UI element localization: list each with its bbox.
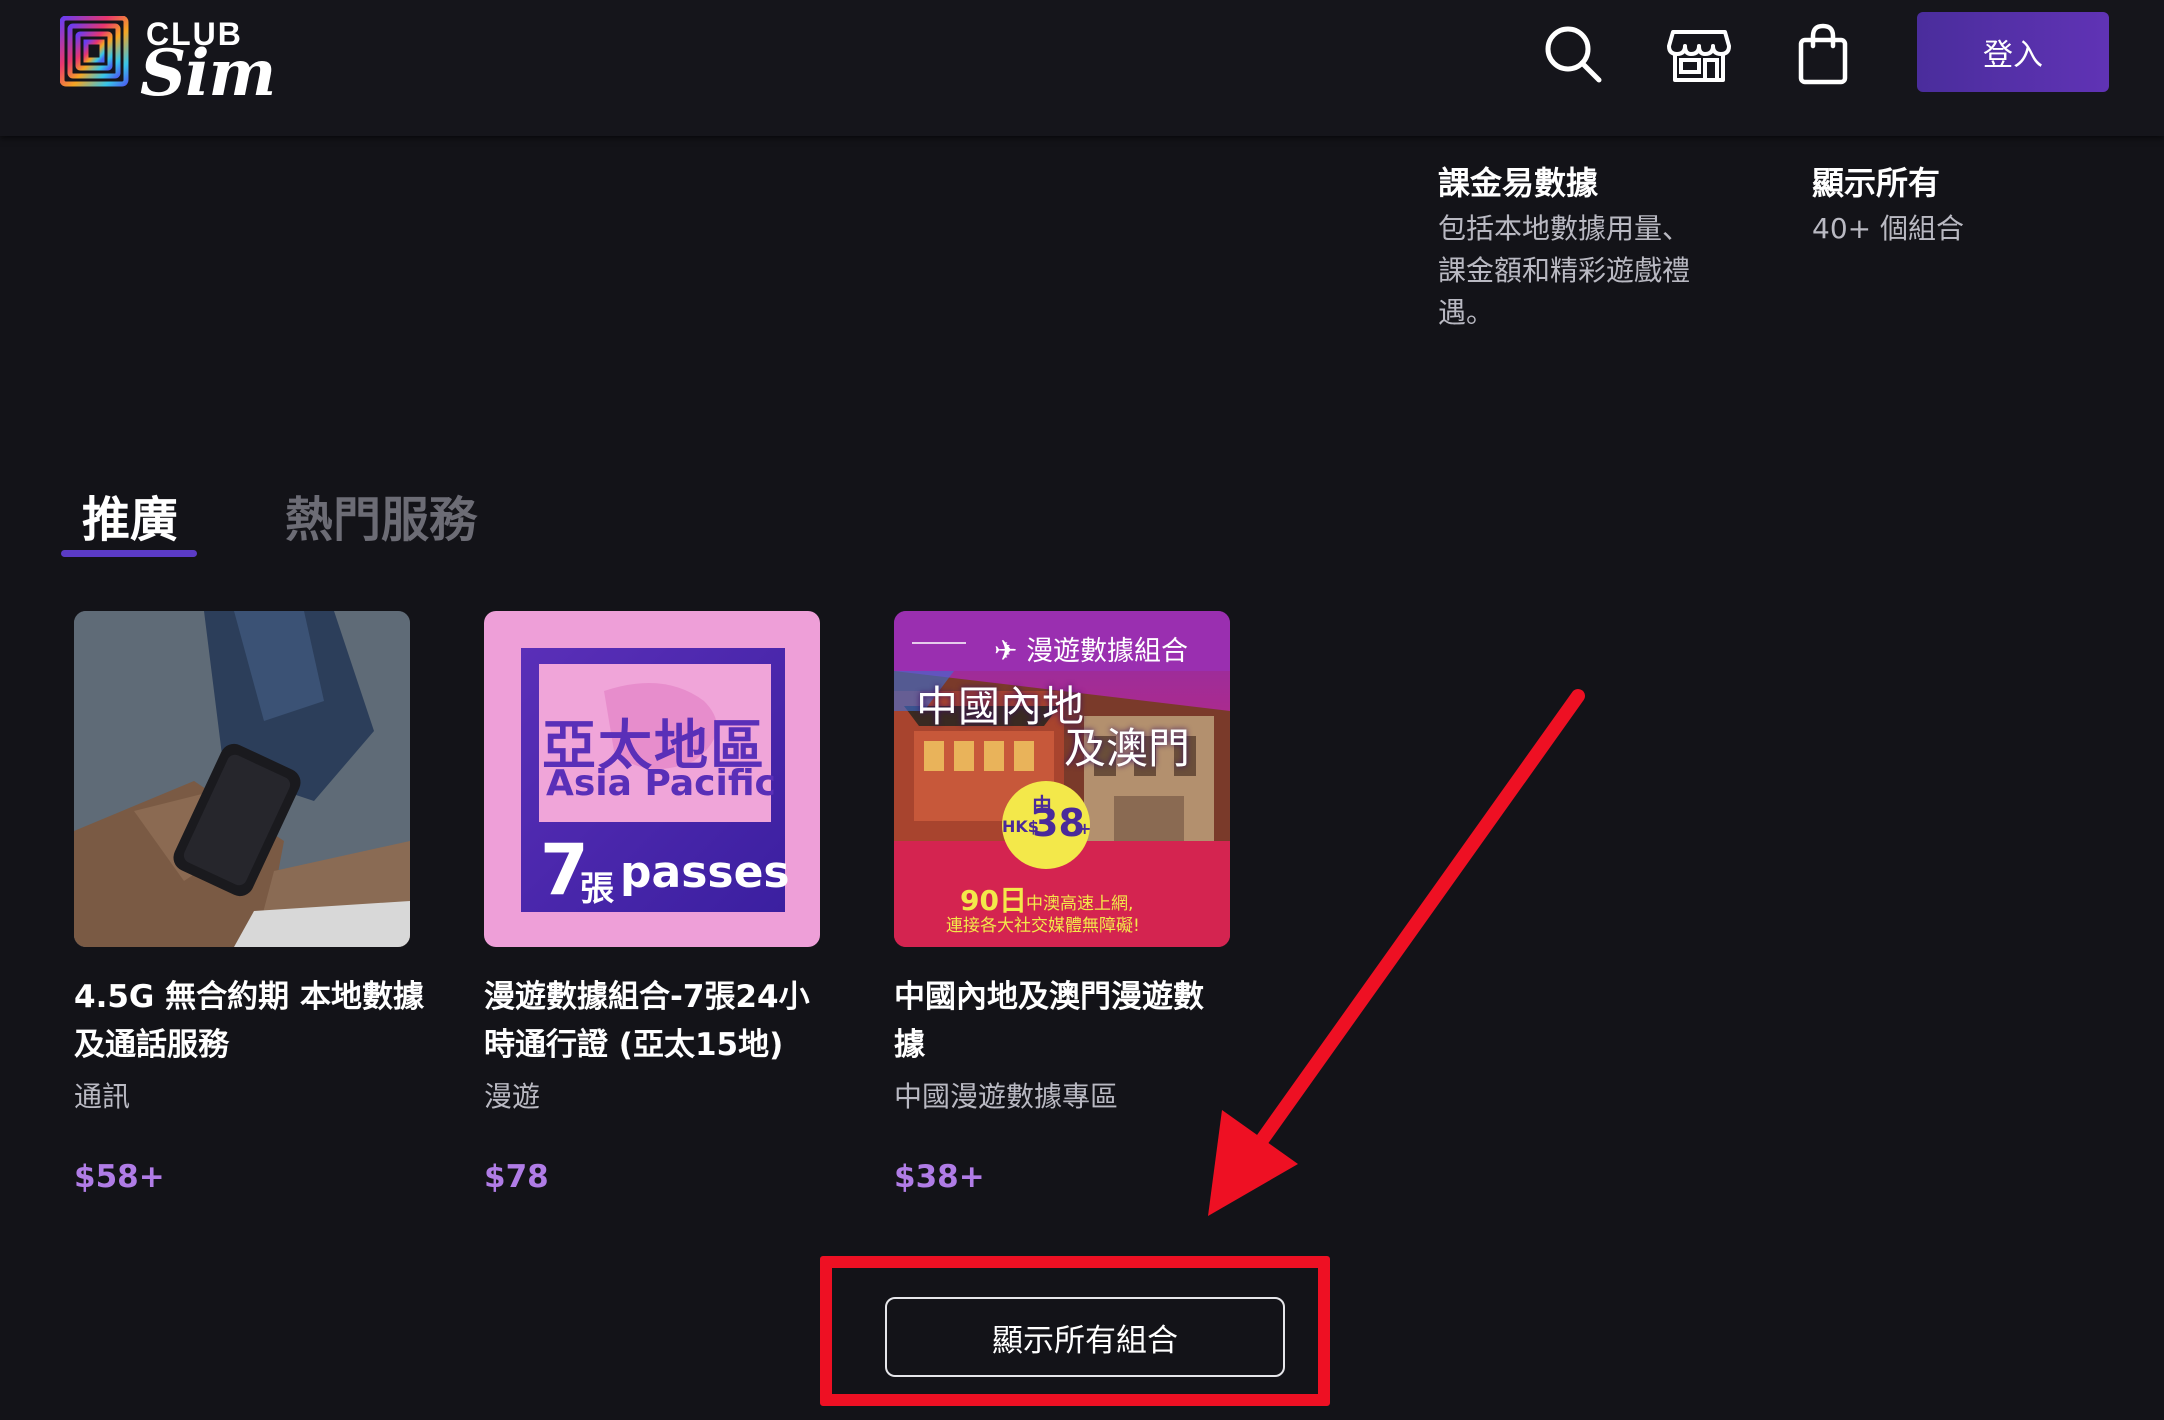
image-text-line1: 中國內地 [916, 682, 1085, 731]
image-text-passes: passes [620, 847, 790, 898]
product-price: $38+ [894, 1159, 985, 1195]
category-desc-game-data: 包括本地數據用量、 課金額和精彩遊戲禮 遇。 [1438, 208, 1690, 334]
club-sim-logo[interactable]: CLUB Sim [60, 14, 280, 111]
image-banner-text: 漫遊數據組合 [1026, 636, 1189, 667]
product-image-phone-user [74, 611, 410, 947]
category-title-game-data[interactable]: 課金易數據 [1438, 158, 1598, 204]
category-desc-line: 遇。 [1438, 296, 1495, 329]
product-category: 漫遊 [484, 1080, 541, 1113]
product-title-line: 據 [894, 1027, 925, 1063]
product-category: 通訊 [74, 1080, 131, 1113]
shopping-bag-icon[interactable] [1791, 22, 1855, 86]
logo-mark-icon [60, 16, 129, 87]
phone-user-illustration [74, 611, 410, 947]
product-title: 漫遊數據組合-7張24小 時通行證 (亞太15地) [484, 973, 844, 1069]
product-title-line: 漫遊數據組合-7張24小 [484, 979, 810, 1015]
active-tab-indicator [61, 550, 197, 557]
search-icon[interactable] [1541, 22, 1605, 86]
category-desc-line: 40+ 個組合 [1812, 212, 1964, 245]
category-desc-line: 包括本地數據用量、 [1438, 212, 1691, 245]
product-title-line: 4.5G 無合約期 本地數據 [74, 979, 424, 1015]
image-text-unit: 張 [580, 869, 614, 909]
product-title: 4.5G 無合約期 本地數據 及通話服務 [74, 973, 434, 1069]
annotation-highlight-box [820, 1256, 1330, 1406]
login-button[interactable]: 登入 [1917, 12, 2109, 92]
image-text-en: Asia Pacific [546, 763, 776, 804]
tab-promotions[interactable]: 推廣 [82, 480, 178, 550]
product-price: $78 [484, 1159, 549, 1195]
product-card-local-data[interactable]: 4.5G 無合約期 本地數據 及通話服務 通訊 $58+ [74, 611, 424, 1195]
image-text-line2: 及澳門 [1064, 724, 1191, 773]
product-image-china-macau: ✈ 漫遊數據組合 中國內地 及澳門 由 HK$ 38 + 90日 中澳高速上網,… [894, 611, 1230, 947]
product-title-line: 時通行證 (亞太15地) [484, 1027, 784, 1063]
product-image-asia-pacific: 亞太地區 Asia Pacific 7 張 passes [484, 611, 820, 947]
product-card-china-macau[interactable]: ✈ 漫遊數據組合 中國內地 及澳門 由 HK$ 38 + 90日 中澳高速上網,… [894, 611, 1230, 1195]
product-category: 中國漫遊數據專區 [894, 1080, 1119, 1113]
product-price: $58+ [74, 1159, 165, 1195]
store-icon[interactable] [1667, 22, 1731, 86]
category-title-show-all[interactable]: 顯示所有 [1812, 158, 1940, 204]
image-banner: ✈ 漫遊數據組合 [994, 629, 1188, 668]
image-text-plus: + [1078, 819, 1092, 838]
image-text-footer: 連接各大社交媒體無障礙! [946, 916, 1140, 936]
image-text-price: 38 [1032, 801, 1085, 845]
logo-sim-text: Sim [140, 36, 276, 111]
product-card-asia-pacific[interactable]: 亞太地區 Asia Pacific 7 張 passes 漫遊數據組合-7張24… [484, 611, 820, 1195]
product-title: 中國內地及澳門漫遊數 據 [894, 973, 1254, 1069]
site-header: CLUB Sim 登入 [0, 0, 2164, 136]
category-desc-line: 課金額和精彩遊戲禮 [1438, 254, 1691, 287]
category-desc-show-all: 40+ 個組合 [1812, 208, 1964, 250]
airplane-icon: ✈ [994, 634, 1018, 667]
product-title-line: 中國內地及澳門漫遊數 [894, 979, 1204, 1015]
product-title-line: 及通話服務 [74, 1027, 229, 1063]
tab-popular-services[interactable]: 熱門服務 [285, 480, 477, 550]
